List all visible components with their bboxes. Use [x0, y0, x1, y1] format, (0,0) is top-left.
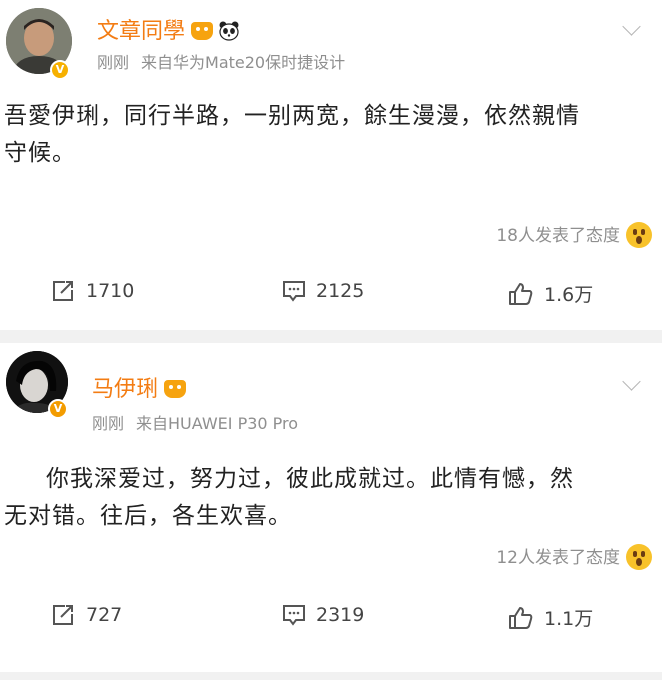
post-source: 来自HUAWEI P30 Pro — [136, 414, 299, 433]
post-meta: 刚刚 来自HUAWEI P30 Pro — [92, 413, 298, 435]
author-name[interactable]: 文章同學 — [97, 17, 240, 50]
post-text-line: 无对错。往后，各生欢喜。 — [4, 503, 292, 529]
wow-emoji-icon — [626, 544, 652, 570]
comment-count: 2319 — [316, 604, 365, 626]
wow-emoji-icon — [626, 222, 652, 248]
panda-icon — [218, 20, 240, 50]
comment-button[interactable]: 2319 — [282, 604, 364, 626]
repost-count: 727 — [86, 604, 123, 626]
post-card: V 文章同學 刚刚 来自华为Mate20保时捷设计 吾愛伊琍，同行半路，一别两宽，… — [0, 0, 662, 330]
post-text: 你我深爱过，努力过，彼此成就过。此情有憾，然 无对错。往后，各生欢喜。 — [4, 461, 656, 535]
like-button[interactable]: 1.1万 — [508, 604, 593, 631]
repost-icon — [53, 281, 73, 301]
crown-badge-icon — [164, 380, 187, 398]
comment-icon — [283, 605, 305, 626]
comment-button[interactable]: 2125 — [282, 280, 364, 302]
comment-count: 2125 — [316, 280, 365, 302]
repost-count: 1710 — [86, 280, 135, 302]
post-meta: 刚刚 来自华为Mate20保时捷设计 — [97, 52, 345, 74]
chevron-down-icon[interactable] — [622, 372, 641, 391]
author-name-text: 文章同學 — [97, 19, 186, 44]
chevron-down-icon[interactable] — [622, 17, 641, 36]
action-bar: 727 2319 1.1万 — [0, 604, 662, 644]
reactions-text: 12人发表了态度 — [496, 548, 620, 568]
post-text: 吾愛伊琍，同行半路，一别两宽，餘生漫漫，依然親情 守候。 — [4, 98, 656, 172]
action-bar: 1710 2125 1.6万 — [0, 280, 662, 320]
crown-badge-icon — [191, 22, 214, 40]
post-text-line: 吾愛伊琍，同行半路，一别两宽，餘生漫漫，依然親情 — [4, 103, 580, 129]
author-name-text: 马伊琍 — [92, 377, 159, 402]
comment-icon — [283, 281, 305, 302]
post-source: 来自华为Mate20保时捷设计 — [141, 53, 346, 72]
post-text-line: 你我深爱过，努力过，彼此成就过。此情有憾，然 — [46, 466, 574, 492]
reactions-summary[interactable]: 12人发表了态度 — [496, 544, 652, 572]
reactions-text: 18人发表了态度 — [496, 226, 620, 246]
reactions-summary[interactable]: 18人发表了态度 — [496, 222, 652, 250]
verified-badge-icon: V — [50, 60, 70, 80]
like-icon — [509, 606, 533, 629]
like-count: 1.6万 — [544, 284, 594, 306]
repost-button[interactable]: 727 — [52, 604, 122, 626]
author-name[interactable]: 马伊琍 — [92, 375, 187, 405]
like-count: 1.1万 — [544, 608, 594, 630]
repost-icon — [53, 605, 73, 625]
post-card: V 马伊琍 刚刚 来自HUAWEI P30 Pro 你我深爱过，努力过，彼此成就过… — [0, 343, 662, 672]
like-button[interactable]: 1.6万 — [508, 280, 593, 307]
repost-button[interactable]: 1710 — [52, 280, 134, 302]
like-icon — [509, 282, 533, 305]
post-text-line: 守候。 — [4, 140, 76, 166]
verified-badge-icon: V — [48, 399, 68, 419]
post-time: 刚刚 — [97, 53, 130, 72]
post-time: 刚刚 — [92, 414, 125, 433]
